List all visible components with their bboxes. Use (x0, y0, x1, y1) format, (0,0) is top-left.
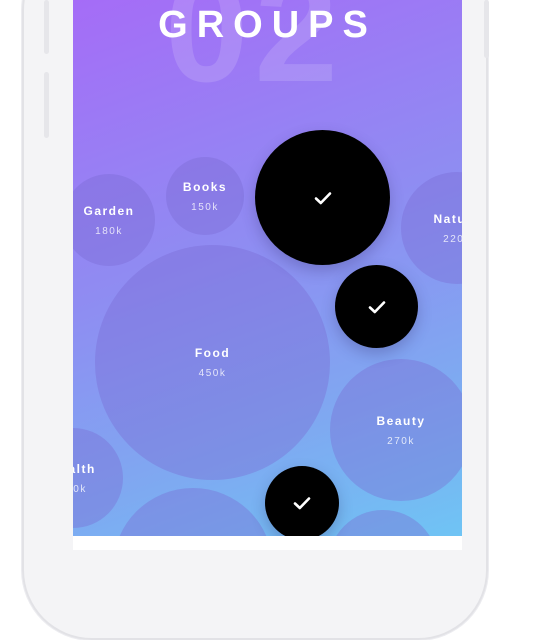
group-name: Health (73, 461, 96, 476)
phone-side-button (44, 0, 49, 54)
group-count: 450k (198, 368, 227, 379)
phone-power-button (484, 0, 489, 58)
checkmark-icon (368, 300, 385, 313)
group-count: 270k (387, 435, 415, 447)
group-name: Beauty (376, 413, 426, 428)
checkmark-icon (293, 497, 311, 510)
group-bubble-beauty[interactable]: Beauty 270k (330, 359, 462, 501)
group-bubble-books[interactable]: Books 150k (166, 157, 244, 235)
group-bubble-food[interactable]: Food 450k (95, 245, 330, 480)
page-title: GROUPS (158, 4, 377, 46)
group-bubble[interactable] (328, 510, 438, 536)
group-name: Food (194, 346, 231, 360)
group-name: Nature (433, 211, 462, 226)
group-name: Garden (83, 203, 135, 218)
checkmark-icon (314, 191, 331, 204)
group-count: 180k (95, 225, 123, 237)
group-count: 150k (73, 483, 87, 495)
group-bubble[interactable] (113, 488, 273, 536)
selected-group-bubble[interactable] (265, 466, 339, 536)
group-bubble-nature[interactable]: Nature 220k (401, 172, 462, 284)
screen-bottom-edge (73, 536, 462, 550)
group-bubble-garden[interactable]: Garden 180k (73, 174, 155, 266)
groups-screen: 02 GROUPS Garden 180k Books 150k Nature … (73, 0, 462, 536)
group-count: 150k (191, 201, 219, 213)
selected-group-bubble[interactable] (335, 265, 418, 348)
selected-group-bubble[interactable] (255, 130, 390, 265)
phone-volume-button (44, 72, 49, 138)
group-bubble-health[interactable]: Health 150k (73, 428, 123, 528)
group-count: 220k (443, 233, 462, 245)
group-name: Books (182, 179, 228, 194)
